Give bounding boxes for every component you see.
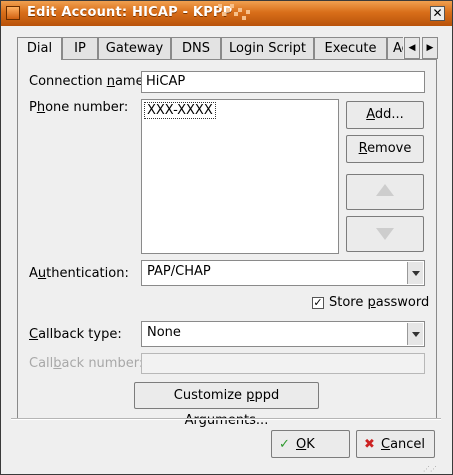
callback-type-value: None <box>147 325 181 340</box>
authentication-dropdown-button[interactable] <box>407 262 423 284</box>
tab-accounting-partial[interactable]: Ac <box>387 37 403 59</box>
tab-scroll-left-button[interactable]: ◀ <box>404 37 420 59</box>
connection-name-label: Connection name: <box>29 74 148 89</box>
customize-pppd-arguments-button[interactable]: Customize pppd Arguments... <box>134 382 319 428</box>
tab-scroll-right-button[interactable]: ▶ <box>422 37 438 59</box>
authentication-value: PAP/CHAP <box>147 264 211 279</box>
phone-number-list[interactable]: XXX-XXXX <box>141 99 339 254</box>
cancel-button-label: Cancel <box>381 437 426 452</box>
close-button[interactable]: ✕ <box>430 6 445 21</box>
title-bar[interactable]: Edit Account: HICAP - KPPP ✕ <box>1 1 452 26</box>
cancel-button[interactable]: ✖ Cancel <box>356 430 435 458</box>
cancel-x-icon: ✖ <box>364 437 375 452</box>
kppp-app-icon[interactable] <box>6 6 20 20</box>
add-button[interactable]: Add... <box>346 101 424 129</box>
tab-dns[interactable]: DNS <box>171 37 221 59</box>
callback-number-label: Callback number: <box>29 356 144 371</box>
tab-execute[interactable]: Execute <box>314 37 387 59</box>
chevron-down-icon <box>412 332 420 337</box>
edit-account-dialog: Edit Account: HICAP - KPPP ✕ Dial IP Gat… <box>0 0 453 475</box>
tab-login-script[interactable]: Login Script <box>221 37 314 59</box>
ok-button[interactable]: ✓ OK <box>271 430 350 458</box>
callback-type-select[interactable]: None <box>141 321 425 347</box>
tab-bar: Dial IP Gateway DNS Login Script Execute… <box>17 37 403 60</box>
callback-type-label: Callback type: <box>29 327 122 342</box>
resize-grip-icon[interactable]: ⋰⋰ <box>423 465 437 473</box>
phone-number-label: Phone number: <box>29 100 129 115</box>
connection-name-field[interactable]: HiCAP <box>141 71 425 93</box>
store-password-checkbox[interactable]: ✓ <box>312 297 324 309</box>
tab-gateway[interactable]: Gateway <box>98 37 171 59</box>
phone-number-item[interactable]: XXX-XXXX <box>144 102 216 119</box>
tab-ip[interactable]: IP <box>62 37 98 59</box>
window-title: Edit Account: HICAP - KPPP <box>27 5 233 20</box>
tab-dial[interactable]: Dial <box>17 37 62 60</box>
ok-button-label: OK <box>296 437 315 452</box>
store-password-label[interactable]: Store password <box>329 295 429 310</box>
callback-number-field[interactable] <box>141 353 425 374</box>
arrow-down-icon <box>376 228 394 240</box>
chevron-down-icon <box>412 271 420 276</box>
remove-button[interactable]: Remove <box>346 135 424 163</box>
callback-type-dropdown-button[interactable] <box>407 323 423 345</box>
arrow-up-icon <box>376 184 394 196</box>
authentication-select[interactable]: PAP/CHAP <box>141 260 425 286</box>
titlebar-decoration <box>218 4 258 22</box>
authentication-label: Authentication: <box>29 266 129 281</box>
move-down-button[interactable] <box>346 216 424 252</box>
footer-separator <box>11 418 441 420</box>
check-icon: ✓ <box>279 437 290 452</box>
move-up-button[interactable] <box>346 174 424 210</box>
